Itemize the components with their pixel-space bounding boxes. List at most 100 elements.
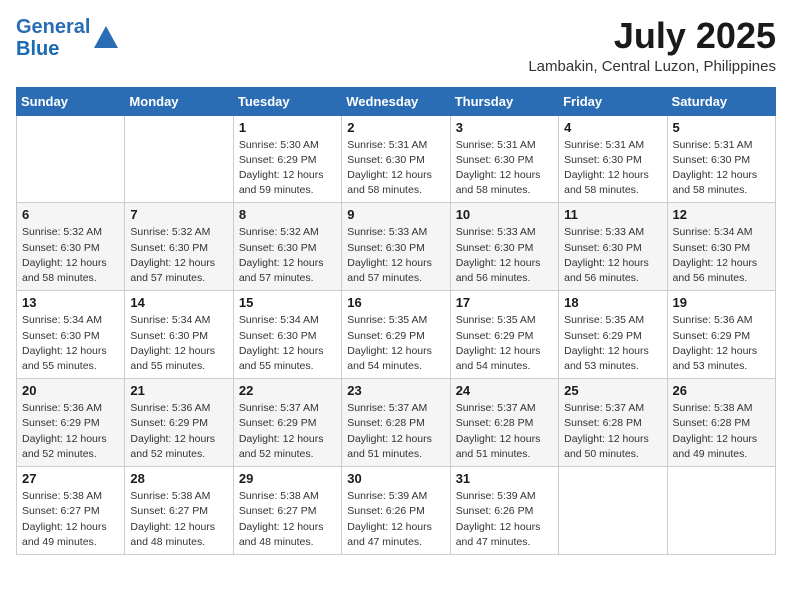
day-number: 29 (239, 471, 336, 486)
weekday-header-friday: Friday (559, 87, 667, 115)
calendar-cell: 3Sunrise: 5:31 AMSunset: 6:30 PMDaylight… (450, 115, 558, 203)
month-title: July 2025 (528, 16, 776, 56)
day-info: Sunrise: 5:35 AMSunset: 6:29 PMDaylight:… (564, 313, 661, 374)
calendar-cell: 29 Sunrise: 5:38 AMSunset: 6:27 PMDayligh… (233, 467, 341, 555)
calendar-cell: 26 Sunrise: 5:38 AMSunset: 6:28 PMDayligh… (667, 379, 775, 467)
day-number: 10 (456, 207, 553, 222)
weekday-header-monday: Monday (125, 87, 233, 115)
calendar-cell: 22 Sunrise: 5:37 AMSunset: 6:29 PMDayligh… (233, 379, 341, 467)
calendar-cell: 10Sunrise: 5:33 AMSunset: 6:30 PMDayligh… (450, 203, 558, 291)
day-info: Sunrise: 5:31 AMSunset: 6:30 PMDaylight:… (456, 138, 553, 199)
calendar-cell: 16 Sunrise: 5:35 AMSunset: 6:29 PMDayligh… (342, 291, 450, 379)
day-info: Sunrise: 5:33 AMSunset: 6:30 PMDaylight:… (564, 225, 661, 286)
calendar-week-5: 27Sunrise: 5:38 AMSunset: 6:27 PMDayligh… (17, 467, 776, 555)
day-number: 6 (22, 207, 119, 222)
calendar-cell: 15Sunrise: 5:34 AMSunset: 6:30 PMDayligh… (233, 291, 341, 379)
calendar-cell: 8 Sunrise: 5:32 AMSunset: 6:30 PMDaylight… (233, 203, 341, 291)
weekday-header-sunday: Sunday (17, 87, 125, 115)
day-number: 5 (673, 120, 770, 135)
day-info: Sunrise: 5:31 AMSunset: 6:30 PMDaylight:… (564, 138, 661, 199)
calendar-cell: 2 Sunrise: 5:31 AMSunset: 6:30 PMDaylight… (342, 115, 450, 203)
calendar-cell: 24 Sunrise: 5:37 AMSunset: 6:28 PMDayligh… (450, 379, 558, 467)
day-info: Sunrise: 5:36 AMSunset: 6:29 PMDaylight:… (673, 313, 770, 374)
calendar-cell: 1 Sunrise: 5:30 AMSunset: 6:29 PMDaylight… (233, 115, 341, 203)
day-number: 24 (456, 383, 553, 398)
day-number: 20 (22, 383, 119, 398)
calendar-week-1: 1 Sunrise: 5:30 AMSunset: 6:29 PMDaylight… (17, 115, 776, 203)
calendar-week-4: 20 Sunrise: 5:36 AMSunset: 6:29 PMDayligh… (17, 379, 776, 467)
calendar-week-2: 6 Sunrise: 5:32 AMSunset: 6:30 PMDaylight… (17, 203, 776, 291)
weekday-header-wednesday: Wednesday (342, 87, 450, 115)
day-info: Sunrise: 5:34 AMSunset: 6:30 PMDaylight:… (22, 313, 119, 374)
day-info: Sunrise: 5:33 AMSunset: 6:30 PMDaylight:… (347, 225, 444, 286)
day-number: 1 (239, 120, 336, 135)
calendar-cell: 28 Sunrise: 5:38 AMSunset: 6:27 PMDayligh… (125, 467, 233, 555)
calendar-cell: 25 Sunrise: 5:37 AMSunset: 6:28 PMDayligh… (559, 379, 667, 467)
day-info: Sunrise: 5:38 AMSunset: 6:28 PMDaylight:… (673, 401, 770, 462)
calendar-cell: 6 Sunrise: 5:32 AMSunset: 6:30 PMDaylight… (17, 203, 125, 291)
day-info: Sunrise: 5:38 AMSunset: 6:27 PMDaylight:… (130, 489, 227, 550)
day-info: Sunrise: 5:38 AMSunset: 6:27 PMDaylight:… (22, 489, 119, 550)
day-number: 19 (673, 295, 770, 310)
calendar-cell: 20Sunrise: 5:36 AMSunset: 6:29 PMDayligh… (17, 379, 125, 467)
calendar-cell (125, 115, 233, 203)
day-info: Sunrise: 5:37 AMSunset: 6:28 PMDaylight:… (456, 401, 553, 462)
day-info: Sunrise: 5:38 AMSunset: 6:27 PMDaylight:… (239, 489, 336, 550)
calendar-cell: 23 Sunrise: 5:37 AMSunset: 6:28 PMDayligh… (342, 379, 450, 467)
calendar-cell: 30Sunrise: 5:39 AMSunset: 6:26 PMDayligh… (342, 467, 450, 555)
day-info: Sunrise: 5:35 AMSunset: 6:29 PMDaylight:… (347, 313, 444, 374)
day-info: Sunrise: 5:34 AMSunset: 6:30 PMDaylight:… (239, 313, 336, 374)
day-number: 13 (22, 295, 119, 310)
day-number: 11 (564, 207, 661, 222)
day-info: Sunrise: 5:34 AMSunset: 6:30 PMDaylight:… (130, 313, 227, 374)
day-number: 12 (673, 207, 770, 222)
calendar-cell: 19 Sunrise: 5:36 AMSunset: 6:29 PMDayligh… (667, 291, 775, 379)
day-info: Sunrise: 5:37 AMSunset: 6:29 PMDaylight:… (239, 401, 336, 462)
day-number: 26 (673, 383, 770, 398)
logo: GeneralBlue (16, 16, 120, 60)
day-info: Sunrise: 5:31 AMSunset: 6:30 PMDaylight:… (673, 138, 770, 199)
day-number: 28 (130, 471, 227, 486)
location: Lambakin, Central Luzon, Philippines (528, 58, 776, 75)
day-number: 22 (239, 383, 336, 398)
day-info: Sunrise: 5:39 AMSunset: 6:26 PMDaylight:… (347, 489, 444, 550)
day-number: 7 (130, 207, 227, 222)
calendar-cell: 21 Sunrise: 5:36 AMSunset: 6:29 PMDayligh… (125, 379, 233, 467)
day-number: 8 (239, 207, 336, 222)
day-info: Sunrise: 5:31 AMSunset: 6:30 PMDaylight:… (347, 138, 444, 199)
day-info: Sunrise: 5:37 AMSunset: 6:28 PMDaylight:… (564, 401, 661, 462)
page-header: GeneralBlue July 2025 Lambakin, Central … (16, 16, 776, 75)
calendar-cell: 4Sunrise: 5:31 AMSunset: 6:30 PMDaylight… (559, 115, 667, 203)
calendar-cell: 27Sunrise: 5:38 AMSunset: 6:27 PMDayligh… (17, 467, 125, 555)
day-number: 25 (564, 383, 661, 398)
logo-icon (92, 24, 120, 52)
weekday-header-tuesday: Tuesday (233, 87, 341, 115)
calendar-cell: 17 Sunrise: 5:35 AMSunset: 6:29 PMDayligh… (450, 291, 558, 379)
day-info: Sunrise: 5:35 AMSunset: 6:29 PMDaylight:… (456, 313, 553, 374)
calendar-cell (667, 467, 775, 555)
calendar-cell: 9Sunrise: 5:33 AMSunset: 6:30 PMDaylight… (342, 203, 450, 291)
day-number: 21 (130, 383, 227, 398)
day-number: 23 (347, 383, 444, 398)
day-number: 16 (347, 295, 444, 310)
calendar-cell (17, 115, 125, 203)
logo-text: GeneralBlue (16, 16, 90, 60)
day-number: 18 (564, 295, 661, 310)
day-info: Sunrise: 5:32 AMSunset: 6:30 PMDaylight:… (22, 225, 119, 286)
day-info: Sunrise: 5:37 AMSunset: 6:28 PMDaylight:… (347, 401, 444, 462)
day-info: Sunrise: 5:39 AMSunset: 6:26 PMDaylight:… (456, 489, 553, 550)
day-info: Sunrise: 5:32 AMSunset: 6:30 PMDaylight:… (239, 225, 336, 286)
calendar-cell: 14Sunrise: 5:34 AMSunset: 6:30 PMDayligh… (125, 291, 233, 379)
day-number: 2 (347, 120, 444, 135)
calendar-cell (559, 467, 667, 555)
day-number: 17 (456, 295, 553, 310)
day-info: Sunrise: 5:34 AMSunset: 6:30 PMDaylight:… (673, 225, 770, 286)
calendar-cell: 11 Sunrise: 5:33 AMSunset: 6:30 PMDayligh… (559, 203, 667, 291)
calendar-table: SundayMondayTuesdayWednesdayThursdayFrid… (16, 87, 776, 555)
day-info: Sunrise: 5:36 AMSunset: 6:29 PMDaylight:… (130, 401, 227, 462)
calendar-cell: 13 Sunrise: 5:34 AMSunset: 6:30 PMDayligh… (17, 291, 125, 379)
calendar-cell: 31Sunrise: 5:39 AMSunset: 6:26 PMDayligh… (450, 467, 558, 555)
calendar-cell: 5 Sunrise: 5:31 AMSunset: 6:30 PMDaylight… (667, 115, 775, 203)
day-info: Sunrise: 5:30 AMSunset: 6:29 PMDaylight:… (239, 138, 336, 199)
calendar-cell: 18 Sunrise: 5:35 AMSunset: 6:29 PMDayligh… (559, 291, 667, 379)
